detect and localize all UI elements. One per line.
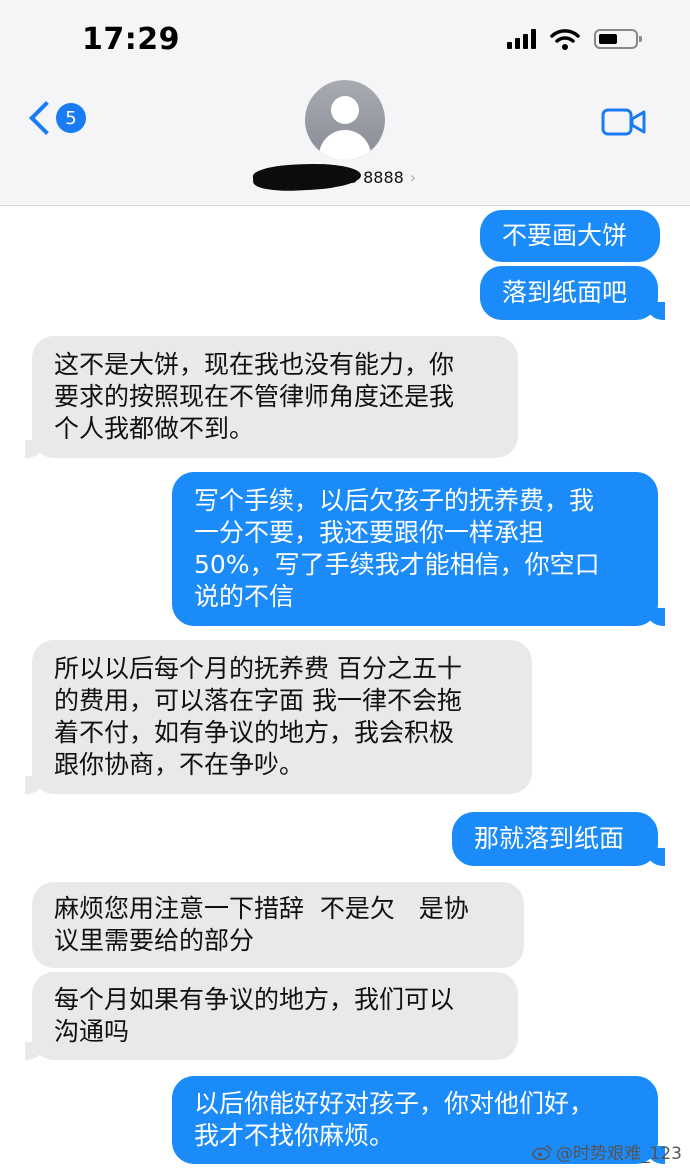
message-text: 所以以后每个月的抚养费 百分之五十 的费用，可以落在字面 我一律不会拖 着不付，…	[54, 654, 462, 779]
message-bubble[interactable]: 每个月如果有争议的地方，我们可以 沟通吗	[25, 972, 518, 1060]
redaction-scribble	[252, 161, 362, 193]
weibo-logo-icon	[532, 1144, 552, 1160]
status-time: 17:29	[82, 22, 180, 57]
back-chevron-icon	[29, 101, 63, 135]
watermark-text: @时势艰难_123	[556, 1144, 682, 1164]
message-text: 写个手续，以后欠孩子的抚养费，我 一分不要，我还要跟你一样承担 50%，写了手续…	[194, 486, 600, 611]
message-bubble[interactable]: 落到纸面吧	[480, 266, 665, 320]
message-text: 那就落到纸面	[474, 824, 625, 853]
battery-icon	[594, 29, 642, 49]
wifi-icon	[550, 29, 580, 50]
message-bubble[interactable]: 那就落到纸面	[452, 812, 665, 866]
message-bubble[interactable]: 这不是大饼，现在我也没有能力，你 要求的按照现在不管律师角度还是我 个人我都做不…	[25, 336, 518, 458]
message-bubble[interactable]: 麻烦您用注意一下措辞 不是欠 是协 议里需要给的部分	[32, 882, 524, 968]
video-call-icon[interactable]	[601, 107, 647, 137]
avatar-icon[interactable]	[305, 80, 385, 160]
message-text: 每个月如果有争议的地方，我们可以 沟通吗	[54, 985, 455, 1046]
message-bubble[interactable]: 所以以后每个月的抚养费 百分之五十 的费用，可以落在字面 我一律不会拖 着不付，…	[25, 640, 532, 794]
contact-name[interactable]: +86 1··· ···55 8888 ›	[252, 161, 417, 193]
back-button[interactable]: 5	[24, 101, 86, 135]
message-text: 不要画大饼	[502, 221, 628, 250]
conversation-header: 17:29 5 +86 1··· ···55 8888 ›	[0, 0, 690, 206]
watermark: @时势艰难_123	[532, 1139, 682, 1164]
message-text: 这不是大饼，现在我也没有能力，你 要求的按照现在不管律师角度还是我 个人我都做不…	[54, 350, 455, 443]
chevron-right-icon: ›	[409, 168, 417, 187]
message-bubble[interactable]: 不要画大饼	[480, 210, 660, 262]
signal-icon	[507, 29, 536, 49]
status-icons	[507, 28, 642, 50]
message-bubble[interactable]: 写个手续，以后欠孩子的抚养费，我 一分不要，我还要跟你一样承担 50%，写了手续…	[172, 472, 665, 626]
message-text: 落到纸面吧	[502, 278, 628, 307]
message-text: 麻烦您用注意一下措辞 不是欠 是协 议里需要给的部分	[54, 894, 469, 955]
